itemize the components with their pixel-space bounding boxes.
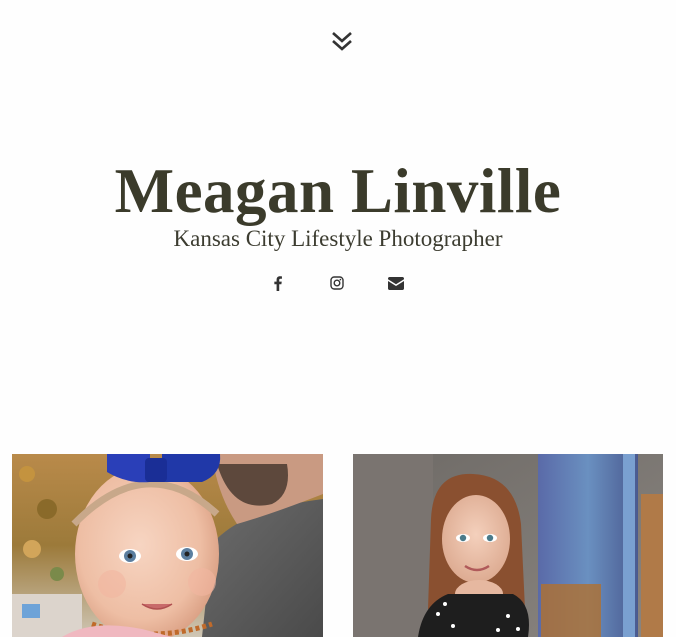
social-links xyxy=(0,272,676,294)
photo-baby-image xyxy=(12,454,323,637)
envelope-icon xyxy=(388,276,404,290)
site-title[interactable]: Meagan Linville xyxy=(0,156,676,226)
double-chevron-down-icon xyxy=(332,32,352,51)
facebook-icon xyxy=(274,275,282,291)
instagram-link[interactable] xyxy=(326,272,348,294)
email-link[interactable] xyxy=(385,272,407,294)
photo-girl-image xyxy=(353,454,663,637)
gallery-photo-girl[interactable] xyxy=(353,454,663,637)
menu-toggle-button[interactable] xyxy=(330,30,354,54)
facebook-link[interactable] xyxy=(267,272,289,294)
site-tagline: Kansas City Lifestyle Photographer xyxy=(173,226,503,251)
page: Meagan Linville Kansas City Lifestyle Ph… xyxy=(0,0,676,637)
gallery-photo-baby[interactable] xyxy=(12,454,323,637)
instagram-icon xyxy=(330,276,344,290)
site-header: Meagan Linville Kansas City Lifestyle Ph… xyxy=(0,156,676,252)
